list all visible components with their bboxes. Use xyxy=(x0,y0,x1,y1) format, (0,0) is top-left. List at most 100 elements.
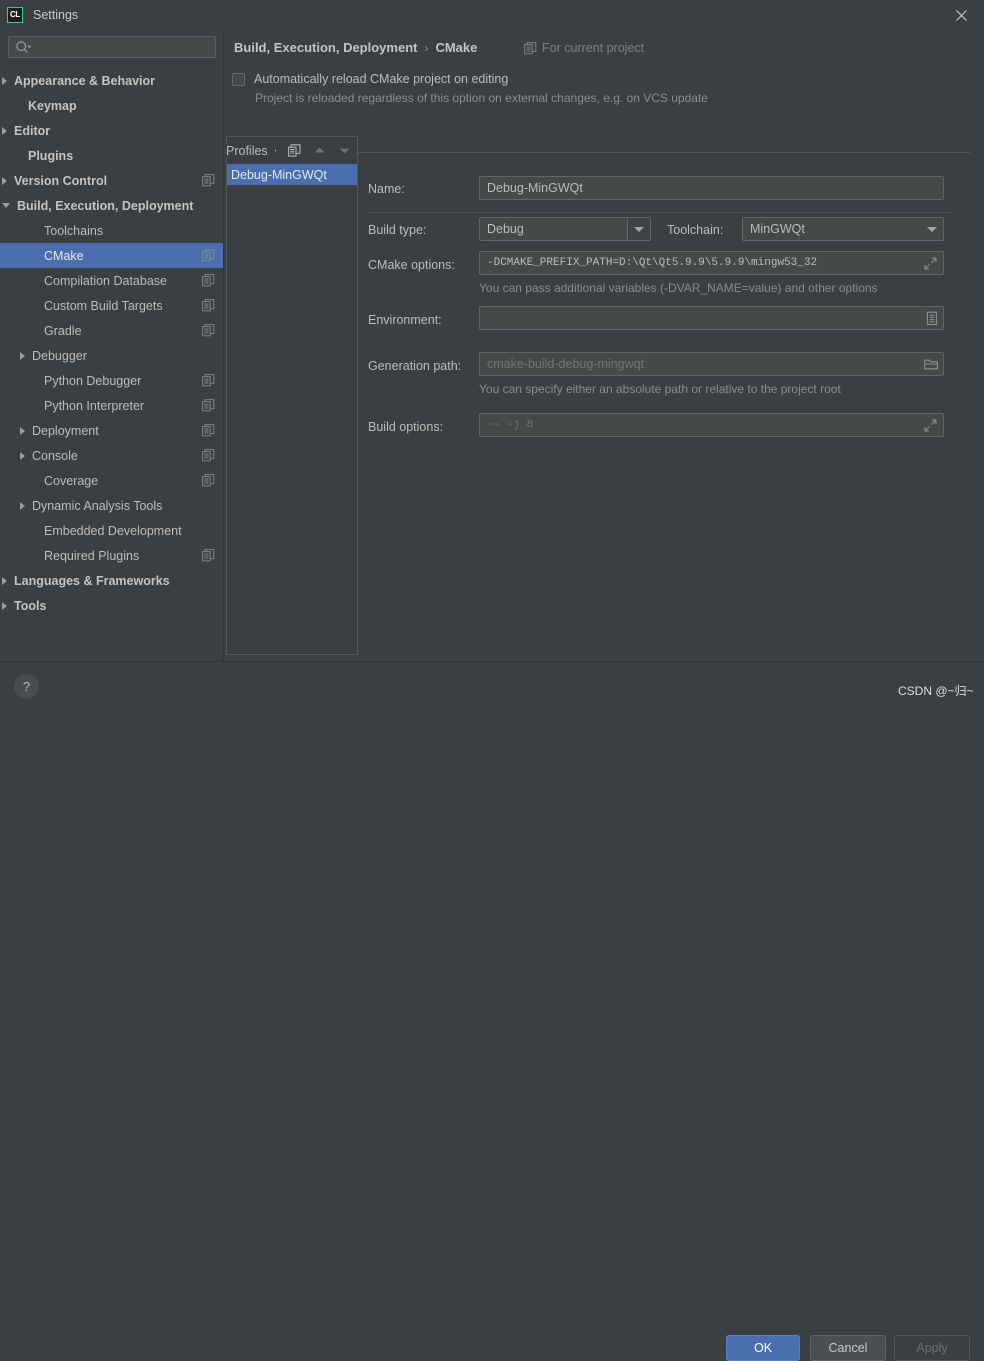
sidebar-item-appearance-behavior[interactable]: Appearance & Behavior xyxy=(0,68,223,93)
sidebar-item-toolchains[interactable]: Toolchains xyxy=(0,218,223,243)
sidebar-item-custom-build-targets[interactable]: Custom Build Targets xyxy=(0,293,223,318)
sidebar-item-dynamic-analysis-tools[interactable]: Dynamic Analysis Tools xyxy=(0,493,223,518)
environment-label: Environment: xyxy=(368,313,442,327)
sidebar-item-label: Build, Execution, Deployment xyxy=(17,199,193,213)
move-down-icon[interactable] xyxy=(332,139,357,163)
help-button[interactable]: ? xyxy=(14,674,39,699)
profiles-list-box xyxy=(226,136,358,655)
sidebar-item-console[interactable]: Console xyxy=(0,443,223,468)
project-config-icon xyxy=(202,474,215,487)
chevron-right-icon[interactable] xyxy=(2,77,7,85)
sidebar-item-label: Editor xyxy=(14,124,50,138)
build-options-input[interactable] xyxy=(479,413,944,437)
sidebar-item-keymap[interactable]: Keymap xyxy=(0,93,223,118)
sidebar-item-version-control[interactable]: Version Control xyxy=(0,168,223,193)
breadcrumb-separator-icon: › xyxy=(424,41,428,55)
chevron-down-icon[interactable] xyxy=(627,218,650,240)
project-config-icon xyxy=(202,549,215,562)
auto-reload-row[interactable]: Automatically reload CMake project on ed… xyxy=(232,72,508,86)
chevron-right-icon[interactable] xyxy=(2,127,7,135)
chevron-right-icon[interactable] xyxy=(2,602,7,610)
tree-spacer xyxy=(32,552,37,560)
close-icon[interactable] xyxy=(938,0,984,30)
profile-list-item[interactable]: Debug-MinGWQt xyxy=(227,164,357,185)
ok-button[interactable]: OK xyxy=(726,1335,800,1361)
toolchain-label: Toolchain: xyxy=(667,223,723,237)
sidebar-item-debugger[interactable]: Debugger xyxy=(0,343,223,368)
tree-spacer xyxy=(32,252,37,260)
auto-reload-label: Automatically reload CMake project on ed… xyxy=(254,72,508,86)
sidebar-item-label: Python Debugger xyxy=(44,374,141,388)
search-input[interactable] xyxy=(35,37,215,59)
chevron-right-icon[interactable] xyxy=(2,177,7,185)
chevron-right-icon[interactable] xyxy=(20,352,25,360)
project-config-icon xyxy=(202,274,215,287)
generation-path-input[interactable] xyxy=(479,352,944,376)
sidebar-item-gradle[interactable]: Gradle xyxy=(0,318,223,343)
build-type-value: Debug xyxy=(480,222,627,236)
tree-spacer xyxy=(32,402,37,410)
project-config-icon xyxy=(202,424,215,437)
sidebar-item-compilation-database[interactable]: Compilation Database xyxy=(0,268,223,293)
chevron-right-icon[interactable] xyxy=(20,502,25,510)
tree-spacer xyxy=(16,102,21,110)
sidebar-item-languages-frameworks[interactable]: Languages & Frameworks xyxy=(0,568,223,593)
build-type-dropdown[interactable]: Debug xyxy=(479,217,651,241)
folder-icon[interactable] xyxy=(922,355,941,374)
tree-spacer xyxy=(32,277,37,285)
project-config-icon xyxy=(202,374,215,387)
sidebar-item-plugins[interactable]: Plugins xyxy=(0,143,223,168)
list-editor-icon[interactable] xyxy=(922,309,941,328)
toolchain-value: MinGWQt xyxy=(743,222,921,236)
sidebar-item-editor[interactable]: Editor xyxy=(0,118,223,143)
search-icon xyxy=(15,40,31,55)
sidebar-item-label: Version Control xyxy=(14,174,107,188)
sidebar-item-required-plugins[interactable]: Required Plugins xyxy=(0,543,223,568)
tree-spacer xyxy=(32,227,37,235)
sidebar-item-label: Debugger xyxy=(32,349,87,363)
expand-icon[interactable] xyxy=(921,416,940,435)
sidebar-item-label: Embedded Development xyxy=(44,524,182,538)
sidebar-item-python-debugger[interactable]: Python Debugger xyxy=(0,368,223,393)
copy-profile-button[interactable] xyxy=(283,139,308,163)
breadcrumb-parent[interactable]: Build, Execution, Deployment xyxy=(234,40,417,55)
environment-input[interactable] xyxy=(479,306,944,330)
search-box[interactable] xyxy=(8,36,216,58)
sidebar-item-label: Python Interpreter xyxy=(44,399,144,413)
build-options-label: Build options: xyxy=(368,420,443,434)
sidebar-item-coverage[interactable]: Coverage xyxy=(0,468,223,493)
cmake-options-input[interactable] xyxy=(479,251,944,275)
sidebar-item-build-execution-deployment[interactable]: Build, Execution, Deployment xyxy=(0,193,223,218)
sidebar-item-python-interpreter[interactable]: Python Interpreter xyxy=(0,393,223,418)
sidebar-item-deployment[interactable]: Deployment xyxy=(0,418,223,443)
chevron-right-icon[interactable] xyxy=(2,577,7,585)
chevron-right-icon[interactable] xyxy=(20,427,25,435)
form-divider xyxy=(368,212,952,213)
sidebar-item-label: Console xyxy=(32,449,78,463)
cmake-options-label: CMake options: xyxy=(368,258,455,272)
chevron-down-icon[interactable] xyxy=(2,203,10,208)
move-up-icon[interactable] xyxy=(307,139,332,163)
cmake-options-hint: You can pass additional variables (-DVAR… xyxy=(479,281,878,295)
csdn-watermark: CSDN @~归~ xyxy=(898,682,974,699)
settings-tree: Appearance & BehaviorKeymap Editor Plugins… xyxy=(0,68,223,661)
expand-icon[interactable] xyxy=(921,254,940,273)
apply-button[interactable]: Apply xyxy=(894,1335,970,1361)
sidebar-item-label: Toolchains xyxy=(44,224,103,238)
sidebar-item-label: Languages & Frameworks xyxy=(14,574,170,588)
settings-sidebar: Appearance & BehaviorKeymap Editor Plugins… xyxy=(0,30,224,661)
project-config-icon xyxy=(202,299,215,312)
chevron-down-icon[interactable] xyxy=(921,218,943,240)
sidebar-item-cmake[interactable]: CMake xyxy=(0,243,223,268)
for-current-project-text: For current project xyxy=(542,41,644,55)
cancel-button[interactable]: Cancel xyxy=(810,1335,886,1361)
name-input[interactable] xyxy=(479,176,944,200)
dialog-body: Appearance & BehaviorKeymap Editor Plugins… xyxy=(0,30,984,661)
sidebar-item-tools[interactable]: Tools xyxy=(0,593,223,618)
chevron-right-icon[interactable] xyxy=(20,452,25,460)
toolchain-dropdown[interactable]: MinGWQt xyxy=(742,217,944,241)
auto-reload-checkbox[interactable] xyxy=(232,73,245,86)
sidebar-item-embedded-development[interactable]: Embedded Development xyxy=(0,518,223,543)
project-config-icon xyxy=(202,449,215,462)
project-config-icon xyxy=(202,249,215,262)
